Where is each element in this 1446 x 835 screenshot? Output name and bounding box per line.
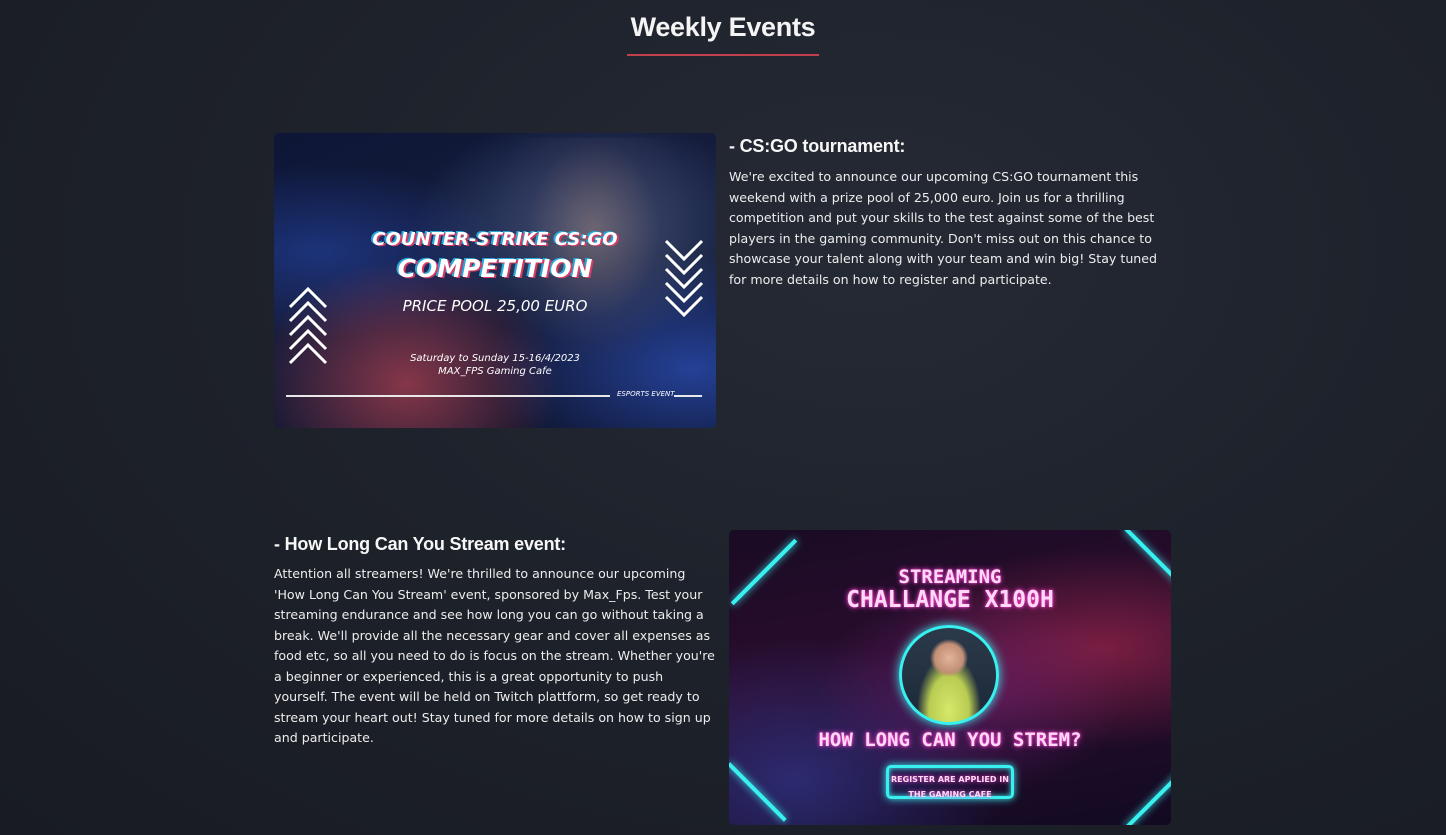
poster-venue: MAX_FPS Gaming Cafe bbox=[438, 366, 552, 377]
poster-streaming-title: STREAMING bbox=[898, 566, 1002, 588]
stream-event-poster: STREAMING CHALLANGE X100H HOW LONG CAN Y… bbox=[729, 530, 1171, 825]
poster-divider-short bbox=[674, 395, 702, 397]
poster-register-box: REGISTER ARE APPLIED IN THE GAMING CAFE bbox=[886, 765, 1014, 799]
neon-corner-br bbox=[1124, 770, 1171, 825]
poster-tag: ESPORTS EVENT bbox=[617, 390, 675, 398]
stream-event-title: - How Long Can You Stream event: bbox=[274, 534, 566, 554]
poster-register-text: REGISTER ARE APPLIED IN THE GAMING CAFE bbox=[889, 772, 1011, 802]
streamer-avatar bbox=[899, 625, 999, 725]
stream-event-description: Attention all streamers! We're thrilled … bbox=[274, 566, 715, 745]
chevron-down-stack-icon bbox=[664, 239, 704, 318]
poster-question: HOW LONG CAN YOU STREM? bbox=[818, 729, 1082, 751]
poster-title-main: COMPETITION bbox=[397, 254, 593, 283]
poster-register-line1: REGISTER ARE APPLIED IN bbox=[891, 775, 1009, 784]
poster-register-line2: THE GAMING CAFE bbox=[908, 790, 992, 799]
weekly-events-page: Weekly Events COUNTER-STRIKE CS:GO COMPE… bbox=[0, 0, 1446, 835]
csgo-event-poster: COUNTER-STRIKE CS:GO COMPETITION PRICE P… bbox=[274, 133, 716, 428]
csgo-event-description: We're excited to announce our upcoming C… bbox=[729, 169, 1158, 287]
chevron-up-stack-icon bbox=[288, 286, 328, 365]
poster-title-line: COUNTER-STRIKE CS:GO bbox=[372, 229, 618, 250]
poster-date: Saturday to Sunday 15-16/4/2023 bbox=[410, 353, 580, 364]
csgo-event-title: - CS:GO tournament: bbox=[729, 136, 906, 156]
heading-wrap: Weekly Events bbox=[0, 12, 1446, 56]
poster-challenge-title: CHALLANGE X100H bbox=[846, 587, 1054, 613]
poster-prize-pool: PRICE POOL 25,00 EURO bbox=[402, 297, 588, 315]
page-title: Weekly Events bbox=[626, 12, 820, 56]
poster-divider bbox=[286, 395, 610, 397]
neon-corner-bl bbox=[729, 762, 787, 822]
poster-date-venue: Saturday to Sunday 15-16/4/2023 MAX_FPS … bbox=[274, 352, 716, 378]
